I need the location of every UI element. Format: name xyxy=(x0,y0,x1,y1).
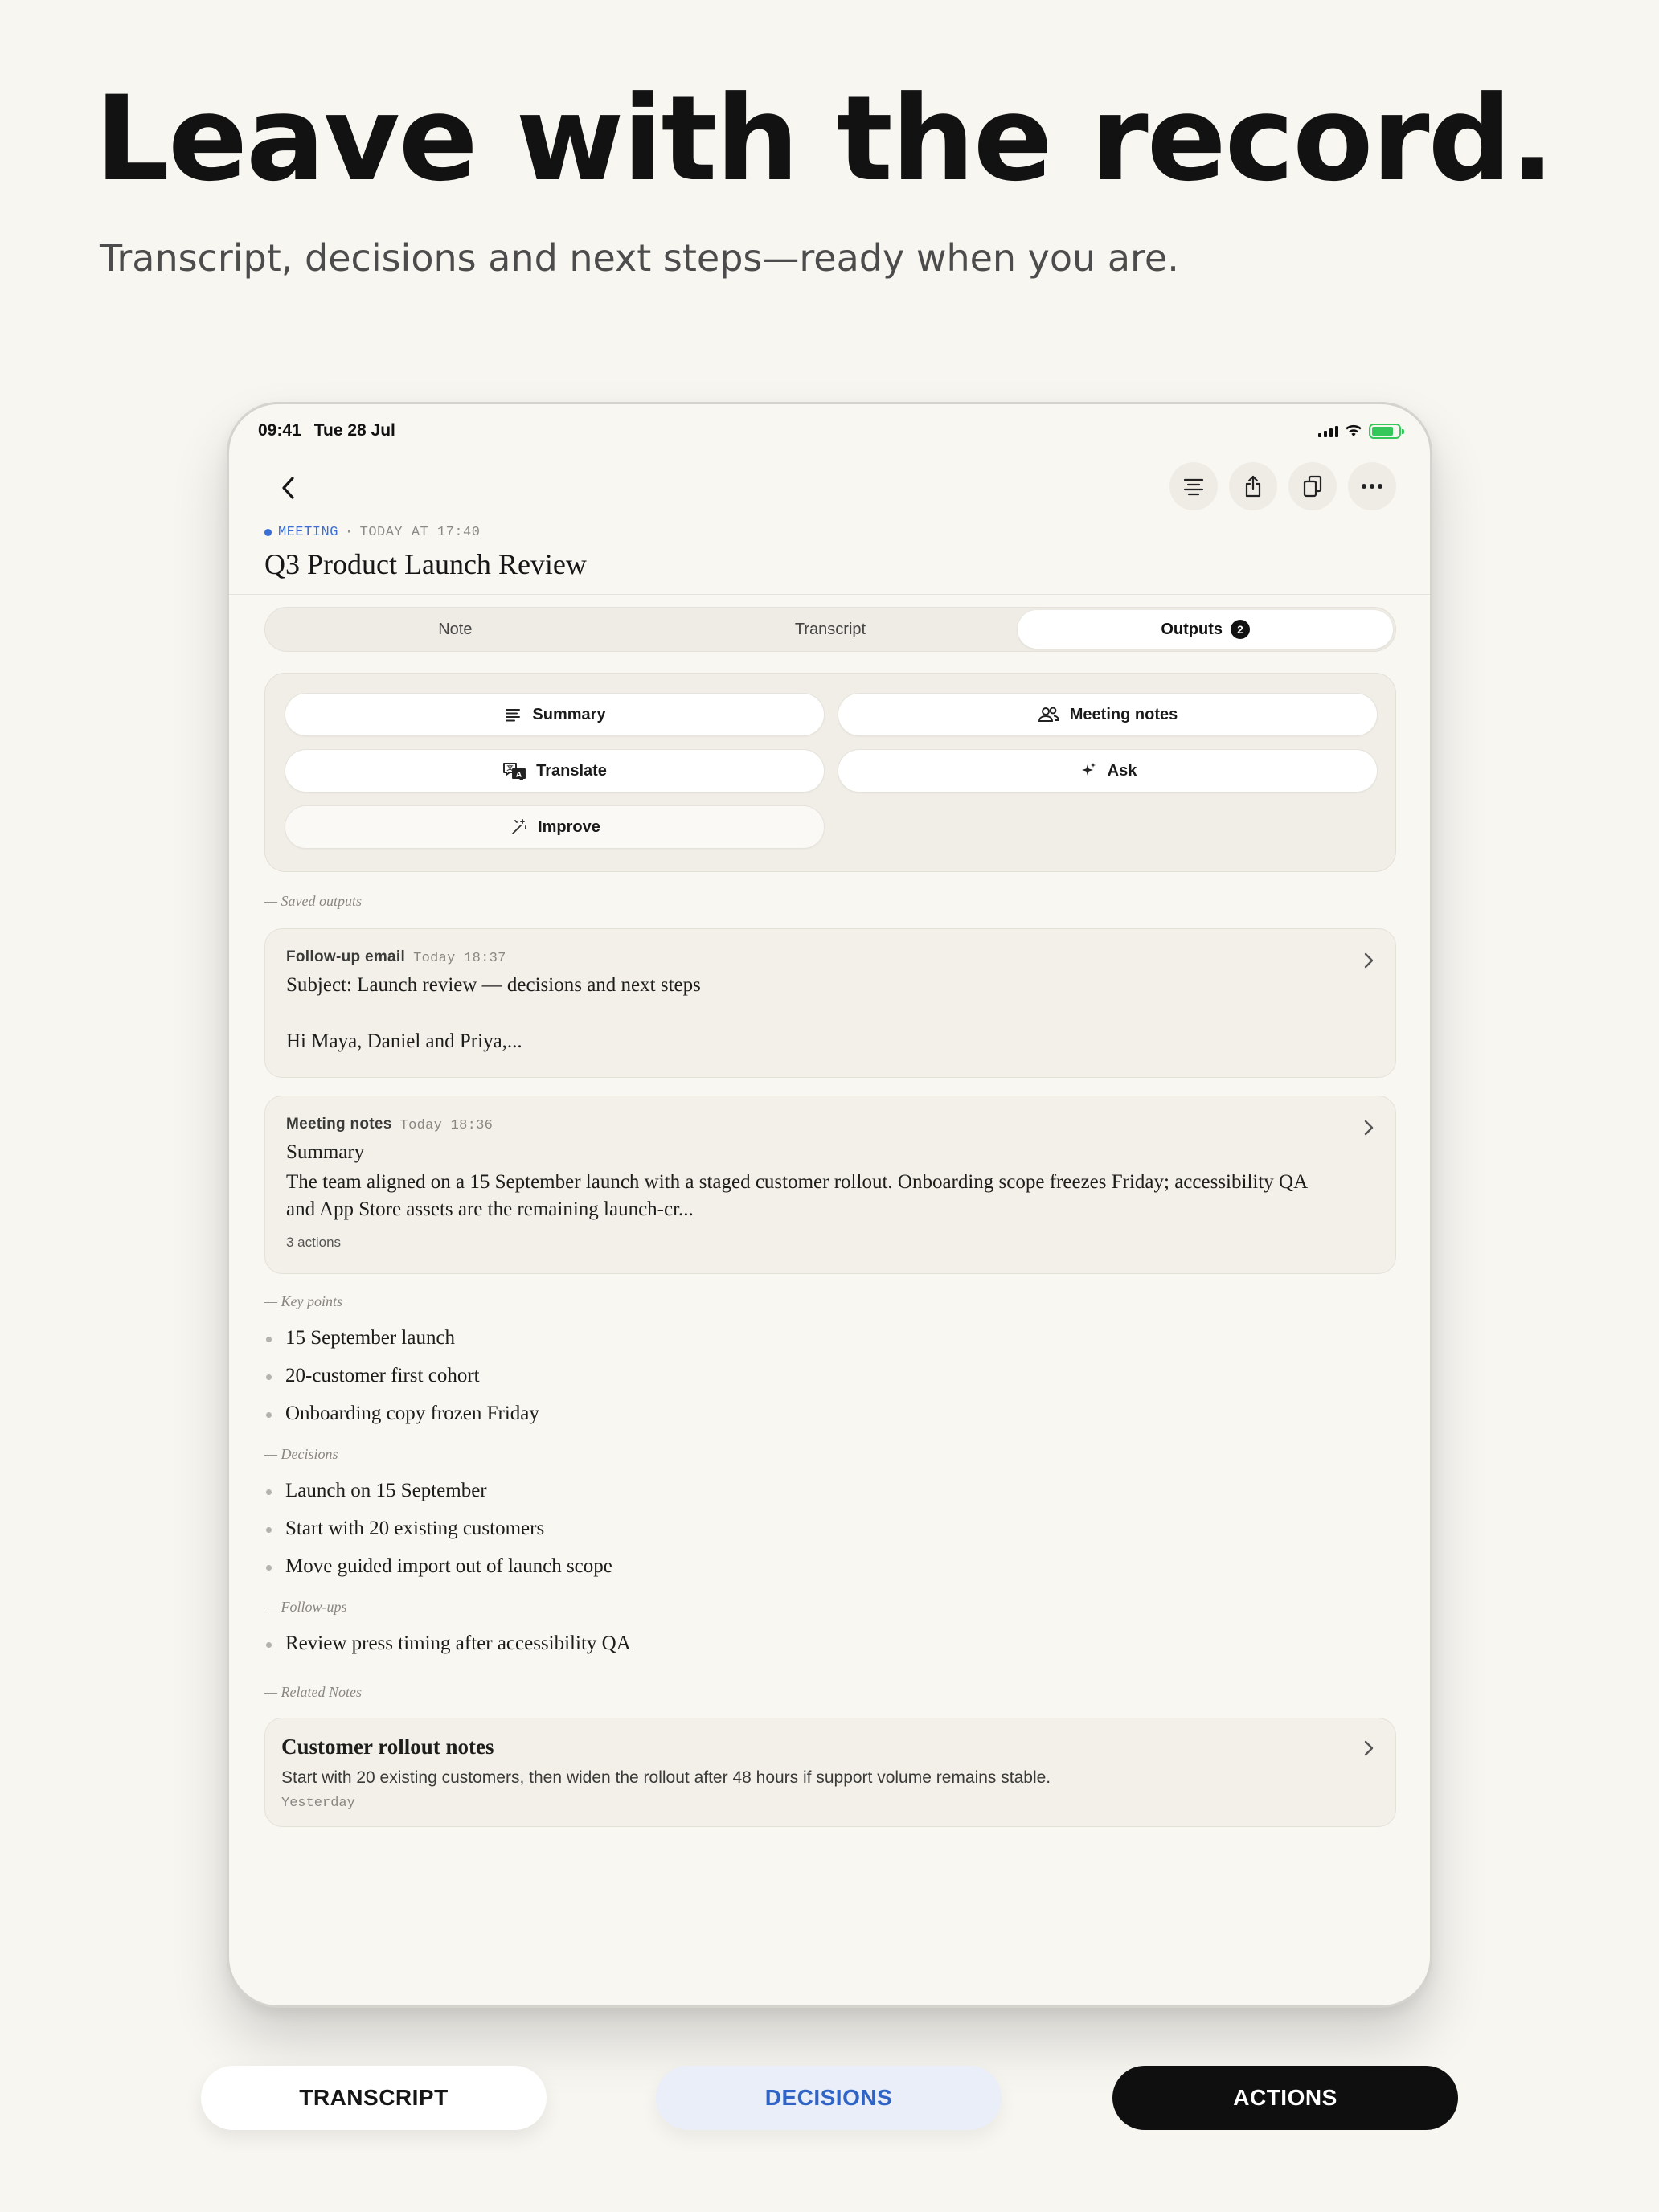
related-note-date: Yesterday xyxy=(281,1796,355,1811)
decisions-heading: — Decisions xyxy=(264,1446,338,1462)
back-button[interactable] xyxy=(266,465,311,510)
tab-note-label: Note xyxy=(438,620,473,638)
format-button[interactable] xyxy=(1169,462,1218,510)
note-meta: MEETING · TODAY AT 17:40 xyxy=(264,525,480,540)
copy-button[interactable] xyxy=(1288,462,1337,510)
chevron-left-icon xyxy=(282,477,294,499)
translate-label: Translate xyxy=(536,761,607,780)
related-note-card[interactable]: Customer rollout notes Start with 20 exi… xyxy=(264,1718,1396,1827)
tab-note[interactable]: Note xyxy=(268,610,643,649)
header-divider xyxy=(229,594,1430,595)
saved-output-meeting-notes[interactable]: Meeting notes Today 18:36 Summary The tea… xyxy=(264,1096,1396,1274)
follow-ups-heading: — Follow-ups xyxy=(264,1599,347,1615)
key-points-heading: — Key points xyxy=(264,1293,342,1309)
svg-text:文: 文 xyxy=(507,764,514,772)
output-timestamp: Today 18:37 xyxy=(413,951,506,966)
wifi-icon xyxy=(1346,424,1362,437)
list-item: 15 September launch xyxy=(264,1319,539,1357)
notes-action-count: 3 actions xyxy=(286,1235,342,1250)
email-preview: Hi Maya, Daniel and Priya,... xyxy=(286,1030,522,1052)
meeting-notes-button[interactable]: Meeting notes xyxy=(838,693,1378,736)
saved-output-follow-up-email[interactable]: Follow-up email Today 18:37 Subject: Laun… xyxy=(264,928,1396,1078)
email-subject: Subject: Launch review — decisions and n… xyxy=(286,974,701,996)
ask-button[interactable]: Ask xyxy=(838,749,1378,793)
related-note-title: Customer rollout notes xyxy=(281,1735,494,1759)
list-item: Onboarding copy frozen Friday xyxy=(264,1395,539,1432)
ask-label: Ask xyxy=(1107,761,1137,780)
translate-button[interactable]: A文 Translate xyxy=(285,749,825,793)
note-title: Q3 Product Launch Review xyxy=(264,548,587,580)
related-note-body: Start with 20 existing customers, then w… xyxy=(281,1768,1051,1787)
notes-preview: The team aligned on a 15 September launc… xyxy=(286,1171,1307,1220)
meeting-notes-label: Meeting notes xyxy=(1069,705,1178,723)
note-type-tag: MEETING xyxy=(278,525,338,540)
saved-outputs-heading: — Saved outputs xyxy=(264,893,362,909)
list-item: Launch on 15 September xyxy=(264,1472,612,1509)
follow-ups-list: Review press timing after accessibility … xyxy=(264,1624,631,1662)
status-time: 09:41 xyxy=(258,421,301,440)
tab-transcript[interactable]: Transcript xyxy=(643,610,1018,649)
note-timestamp: TODAY AT 17:40 xyxy=(359,525,481,540)
status-bar: 09:41 Tue 28 Jul xyxy=(258,414,1404,448)
text-align-center-icon xyxy=(1183,478,1204,496)
magic-wand-icon xyxy=(512,819,527,834)
outputs-count-badge: 2 xyxy=(1231,620,1250,639)
cellular-signal-icon xyxy=(1318,424,1338,437)
people-icon xyxy=(1038,707,1059,722)
summary-button[interactable]: Summary xyxy=(285,693,825,736)
improve-label: Improve xyxy=(538,817,600,836)
tab-transcript-label: Transcript xyxy=(794,620,866,638)
output-actions-panel: Summary Meeting notes A文 Translate Ask I… xyxy=(264,673,1396,872)
list-item: 20-customer first cohort xyxy=(264,1357,539,1395)
svg-text:A: A xyxy=(516,772,522,780)
tablet-frame: 09:41 Tue 28 Jul MEETING · TODAY AT 17:40… xyxy=(227,402,1432,2008)
chevron-right-icon xyxy=(1364,1740,1374,1756)
tab-outputs-label: Outputs xyxy=(1161,620,1223,638)
chevron-right-icon xyxy=(1364,1120,1374,1136)
sparkles-icon xyxy=(1081,763,1096,776)
list-item: Move guided import out of launch scope xyxy=(264,1547,612,1585)
chevron-right-icon xyxy=(1364,952,1374,969)
meta-separator: · xyxy=(344,525,354,540)
status-date: Tue 28 Jul xyxy=(313,421,395,440)
decisions-list: Launch on 15 September Start with 20 exi… xyxy=(264,1472,612,1585)
translate-icon: A文 xyxy=(503,763,526,780)
more-button[interactable] xyxy=(1348,462,1396,510)
battery-charging-icon xyxy=(1369,423,1404,439)
copy-document-icon xyxy=(1303,475,1322,498)
key-points-list: 15 September launch 20-customer first co… xyxy=(264,1319,539,1432)
subheadline: Transcript, decisions and next steps—rea… xyxy=(100,236,1179,280)
list-item: Review press timing after accessibility … xyxy=(264,1624,631,1662)
transcript-pill[interactable]: TRANSCRIPT xyxy=(201,2066,547,2130)
tab-outputs[interactable]: Outputs 2 xyxy=(1018,610,1394,649)
list-item: Start with 20 existing customers xyxy=(264,1509,612,1547)
share-button[interactable] xyxy=(1229,462,1277,510)
output-kind: Follow-up email xyxy=(286,948,406,965)
share-icon xyxy=(1245,475,1261,498)
ellipsis-icon xyxy=(1362,484,1382,489)
output-kind: Meeting notes xyxy=(286,1116,392,1133)
headline: Leave with the record. xyxy=(95,71,1555,207)
decisions-pill[interactable]: DECISIONS xyxy=(656,2066,1002,2130)
actions-pill[interactable]: ACTIONS xyxy=(1112,2066,1458,2130)
toolbar xyxy=(1169,462,1396,510)
view-tabs: Note Transcript Outputs 2 xyxy=(264,607,1396,652)
related-notes-heading: — Related Notes xyxy=(264,1684,362,1700)
notes-heading: Summary xyxy=(286,1141,365,1163)
output-timestamp: Today 18:36 xyxy=(399,1118,494,1133)
summary-lines-icon xyxy=(506,709,521,722)
meeting-dot-icon xyxy=(264,529,272,536)
improve-button[interactable]: Improve xyxy=(285,805,825,849)
summary-label: Summary xyxy=(532,705,606,723)
